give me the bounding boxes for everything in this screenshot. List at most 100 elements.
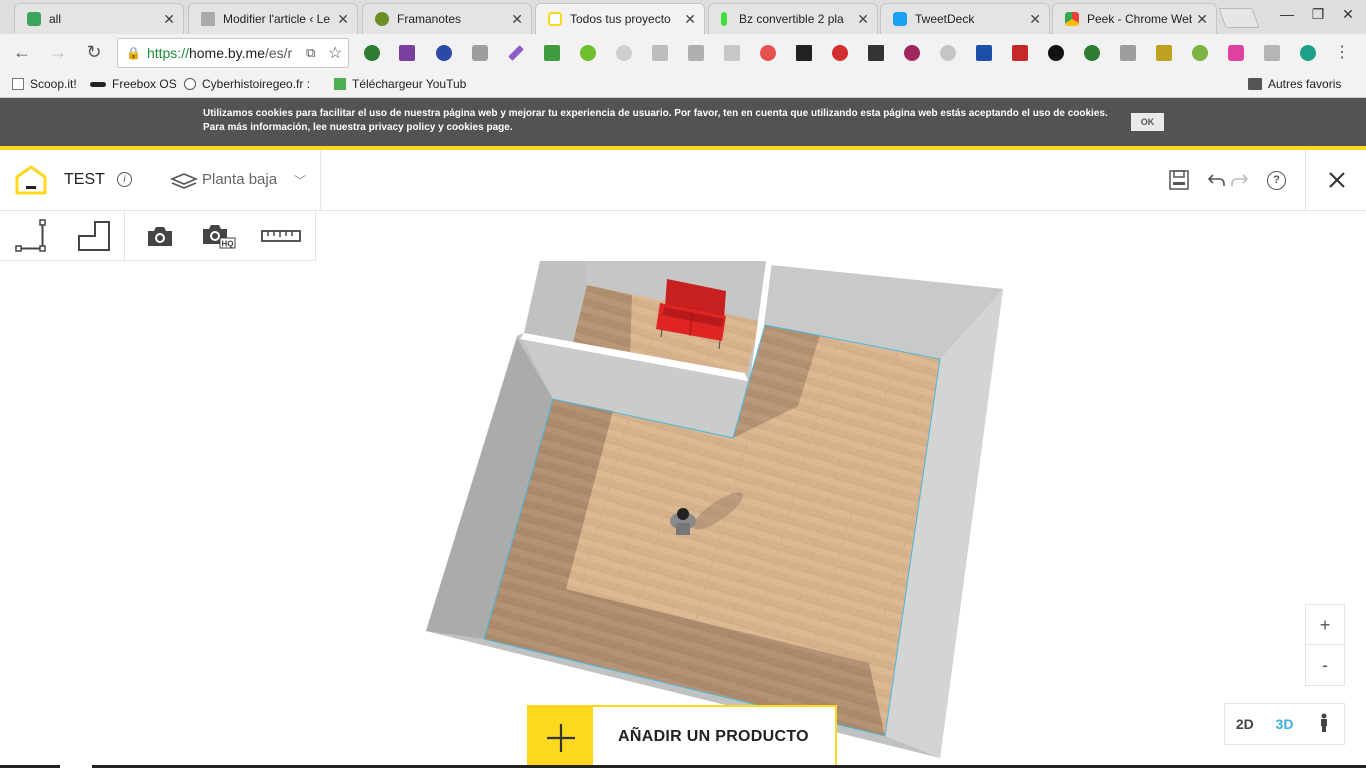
save-icon[interactable]: [1168, 169, 1190, 191]
notion-icon[interactable]: [652, 45, 668, 61]
tab-title: TweetDeck: [915, 12, 975, 26]
close-icon[interactable]: ✕: [337, 11, 349, 28]
draw-room-tool[interactable]: [64, 211, 124, 261]
redo-icon[interactable]: [1229, 172, 1249, 188]
owl-icon: [184, 78, 196, 90]
close-icon[interactable]: ✕: [1029, 11, 1041, 28]
tab-favicon: [721, 12, 727, 26]
scroll-indicator: [60, 764, 92, 768]
onenote-icon[interactable]: [399, 45, 415, 61]
extension-icon[interactable]: [1084, 45, 1100, 61]
bookmark-item[interactable]: Cyberhistoiregeo.fr :: [184, 77, 322, 91]
lock-icon: 🔒: [126, 46, 141, 60]
bookmark-label: Cyberhistoiregeo.fr :: [202, 77, 311, 91]
view-mode-switcher: 2D 3D: [1224, 703, 1345, 745]
address-bar[interactable]: 🔒 https://home.by.me/es/r ⧉ ☆: [117, 38, 349, 68]
print-icon[interactable]: [544, 45, 560, 61]
draw-room-icon: [78, 221, 110, 251]
reload-icon[interactable]: ↻: [82, 42, 106, 63]
tab-4[interactable]: Bz convertible 2 pla ✕: [708, 3, 878, 34]
extension-green-icon[interactable]: [580, 45, 596, 61]
menu-icon[interactable]: ⋮: [1330, 42, 1354, 62]
qr-icon[interactable]: [796, 45, 812, 61]
close-icon[interactable]: ✕: [511, 11, 523, 28]
tab-2[interactable]: Framanotes ✕: [362, 3, 532, 34]
star-extension-icon[interactable]: [1048, 45, 1064, 61]
opera-icon[interactable]: [832, 45, 848, 61]
divider: [124, 211, 125, 261]
extension-icon[interactable]: [904, 45, 920, 61]
restore-icon[interactable]: ❐: [1307, 6, 1329, 23]
other-bookmarks[interactable]: Autres favoris: [1248, 77, 1341, 91]
forward-icon[interactable]: →: [46, 42, 70, 63]
camera-hq-tool[interactable]: HQ: [196, 211, 242, 261]
tab-0[interactable]: all ✕: [14, 3, 184, 34]
tab-1[interactable]: Modifier l'article ‹ Le ✕: [188, 3, 358, 34]
view-2d-button[interactable]: 2D: [1225, 716, 1265, 732]
bookmark-item[interactable]: Téléchargeur YouTub: [334, 77, 470, 91]
extension-icon[interactable]: [1228, 45, 1244, 61]
cookie-text: Utilizamos cookies para facilitar el uso…: [203, 108, 1108, 133]
close-icon[interactable]: ✕: [163, 11, 175, 28]
tab-favicon: [201, 12, 215, 26]
page-icon: [12, 78, 24, 90]
back-icon[interactable]: ←: [10, 42, 34, 63]
floor-selector[interactable]: Planta baja: [202, 171, 277, 188]
pdf-icon[interactable]: [1156, 45, 1172, 61]
minimize-icon[interactable]: —: [1276, 6, 1298, 22]
window-close-icon[interactable]: ✕: [1337, 6, 1359, 23]
qr-code-icon[interactable]: [868, 45, 884, 61]
extension-eye-icon[interactable]: [1192, 45, 1208, 61]
view-3d-button[interactable]: 3D: [1265, 716, 1305, 732]
extension-k-icon[interactable]: [436, 45, 452, 61]
bookmark-star-icon[interactable]: ☆: [328, 43, 342, 63]
camera-tool[interactable]: [138, 211, 182, 261]
tab-5[interactable]: TweetDeck ✕: [880, 3, 1050, 34]
walk-mode-button[interactable]: [1304, 713, 1344, 736]
floorplan-3d-render[interactable]: [0, 261, 1366, 768]
extension-icon[interactable]: [976, 45, 992, 61]
draw-wall-tool[interactable]: [0, 211, 64, 261]
close-icon[interactable]: [1327, 170, 1347, 190]
tab-3[interactable]: Todos tus proyecto ✕: [535, 3, 705, 34]
tab-favicon: [375, 12, 389, 26]
cast-icon[interactable]: [1120, 45, 1136, 61]
cookie-banner: Utilizamos cookies para facilitar el uso…: [0, 98, 1366, 146]
ankh-icon[interactable]: [940, 45, 956, 61]
measure-tool[interactable]: [256, 211, 306, 261]
3d-viewport[interactable]: [0, 261, 1366, 768]
translate-icon[interactable]: ⧉: [306, 45, 315, 61]
home-logo-icon[interactable]: [14, 164, 48, 196]
zoom-out-button[interactable]: -: [1306, 645, 1344, 685]
svg-text:HQ: HQ: [222, 240, 234, 249]
feather-icon[interactable]: [508, 45, 524, 61]
extension-icon[interactable]: [688, 45, 704, 61]
bookmark-label: Scoop.it!: [30, 77, 77, 91]
extension-icon[interactable]: [1300, 45, 1316, 61]
extension-icon[interactable]: [1264, 45, 1280, 61]
video-icon[interactable]: [1012, 45, 1028, 61]
project-name[interactable]: TEST: [64, 171, 105, 189]
close-icon[interactable]: ✕: [1196, 11, 1208, 28]
chevron-down-icon[interactable]: ﹀: [294, 172, 306, 189]
close-icon[interactable]: ✕: [857, 11, 869, 28]
new-tab-button[interactable]: [1218, 8, 1260, 28]
extension-icon[interactable]: [364, 45, 380, 61]
undo-icon[interactable]: [1207, 172, 1227, 188]
bookmark-item[interactable]: Freebox OS: [90, 77, 177, 91]
screenshot-icon[interactable]: [472, 45, 488, 61]
tab-6[interactable]: Peek - Chrome Web ✕: [1052, 3, 1217, 34]
broadcast-icon[interactable]: [760, 45, 776, 61]
cookie-ok-button[interactable]: OK: [1131, 113, 1164, 131]
draw-wall-icon: [15, 219, 46, 252]
rss-icon[interactable]: [724, 45, 740, 61]
zoom-in-button[interactable]: +: [1306, 605, 1344, 645]
close-icon[interactable]: ✕: [684, 11, 696, 28]
help-icon[interactable]: ?: [1267, 171, 1286, 190]
bookmark-item[interactable]: Scoop.it!: [12, 77, 77, 91]
tab-title: Bz convertible 2 pla: [739, 12, 844, 26]
add-product-button[interactable]: AÑADIR UN PRODUCTO: [527, 705, 837, 768]
gif-icon[interactable]: [616, 45, 632, 61]
info-icon[interactable]: i: [117, 172, 132, 187]
add-product-label: AÑADIR UN PRODUCTO: [618, 728, 809, 745]
